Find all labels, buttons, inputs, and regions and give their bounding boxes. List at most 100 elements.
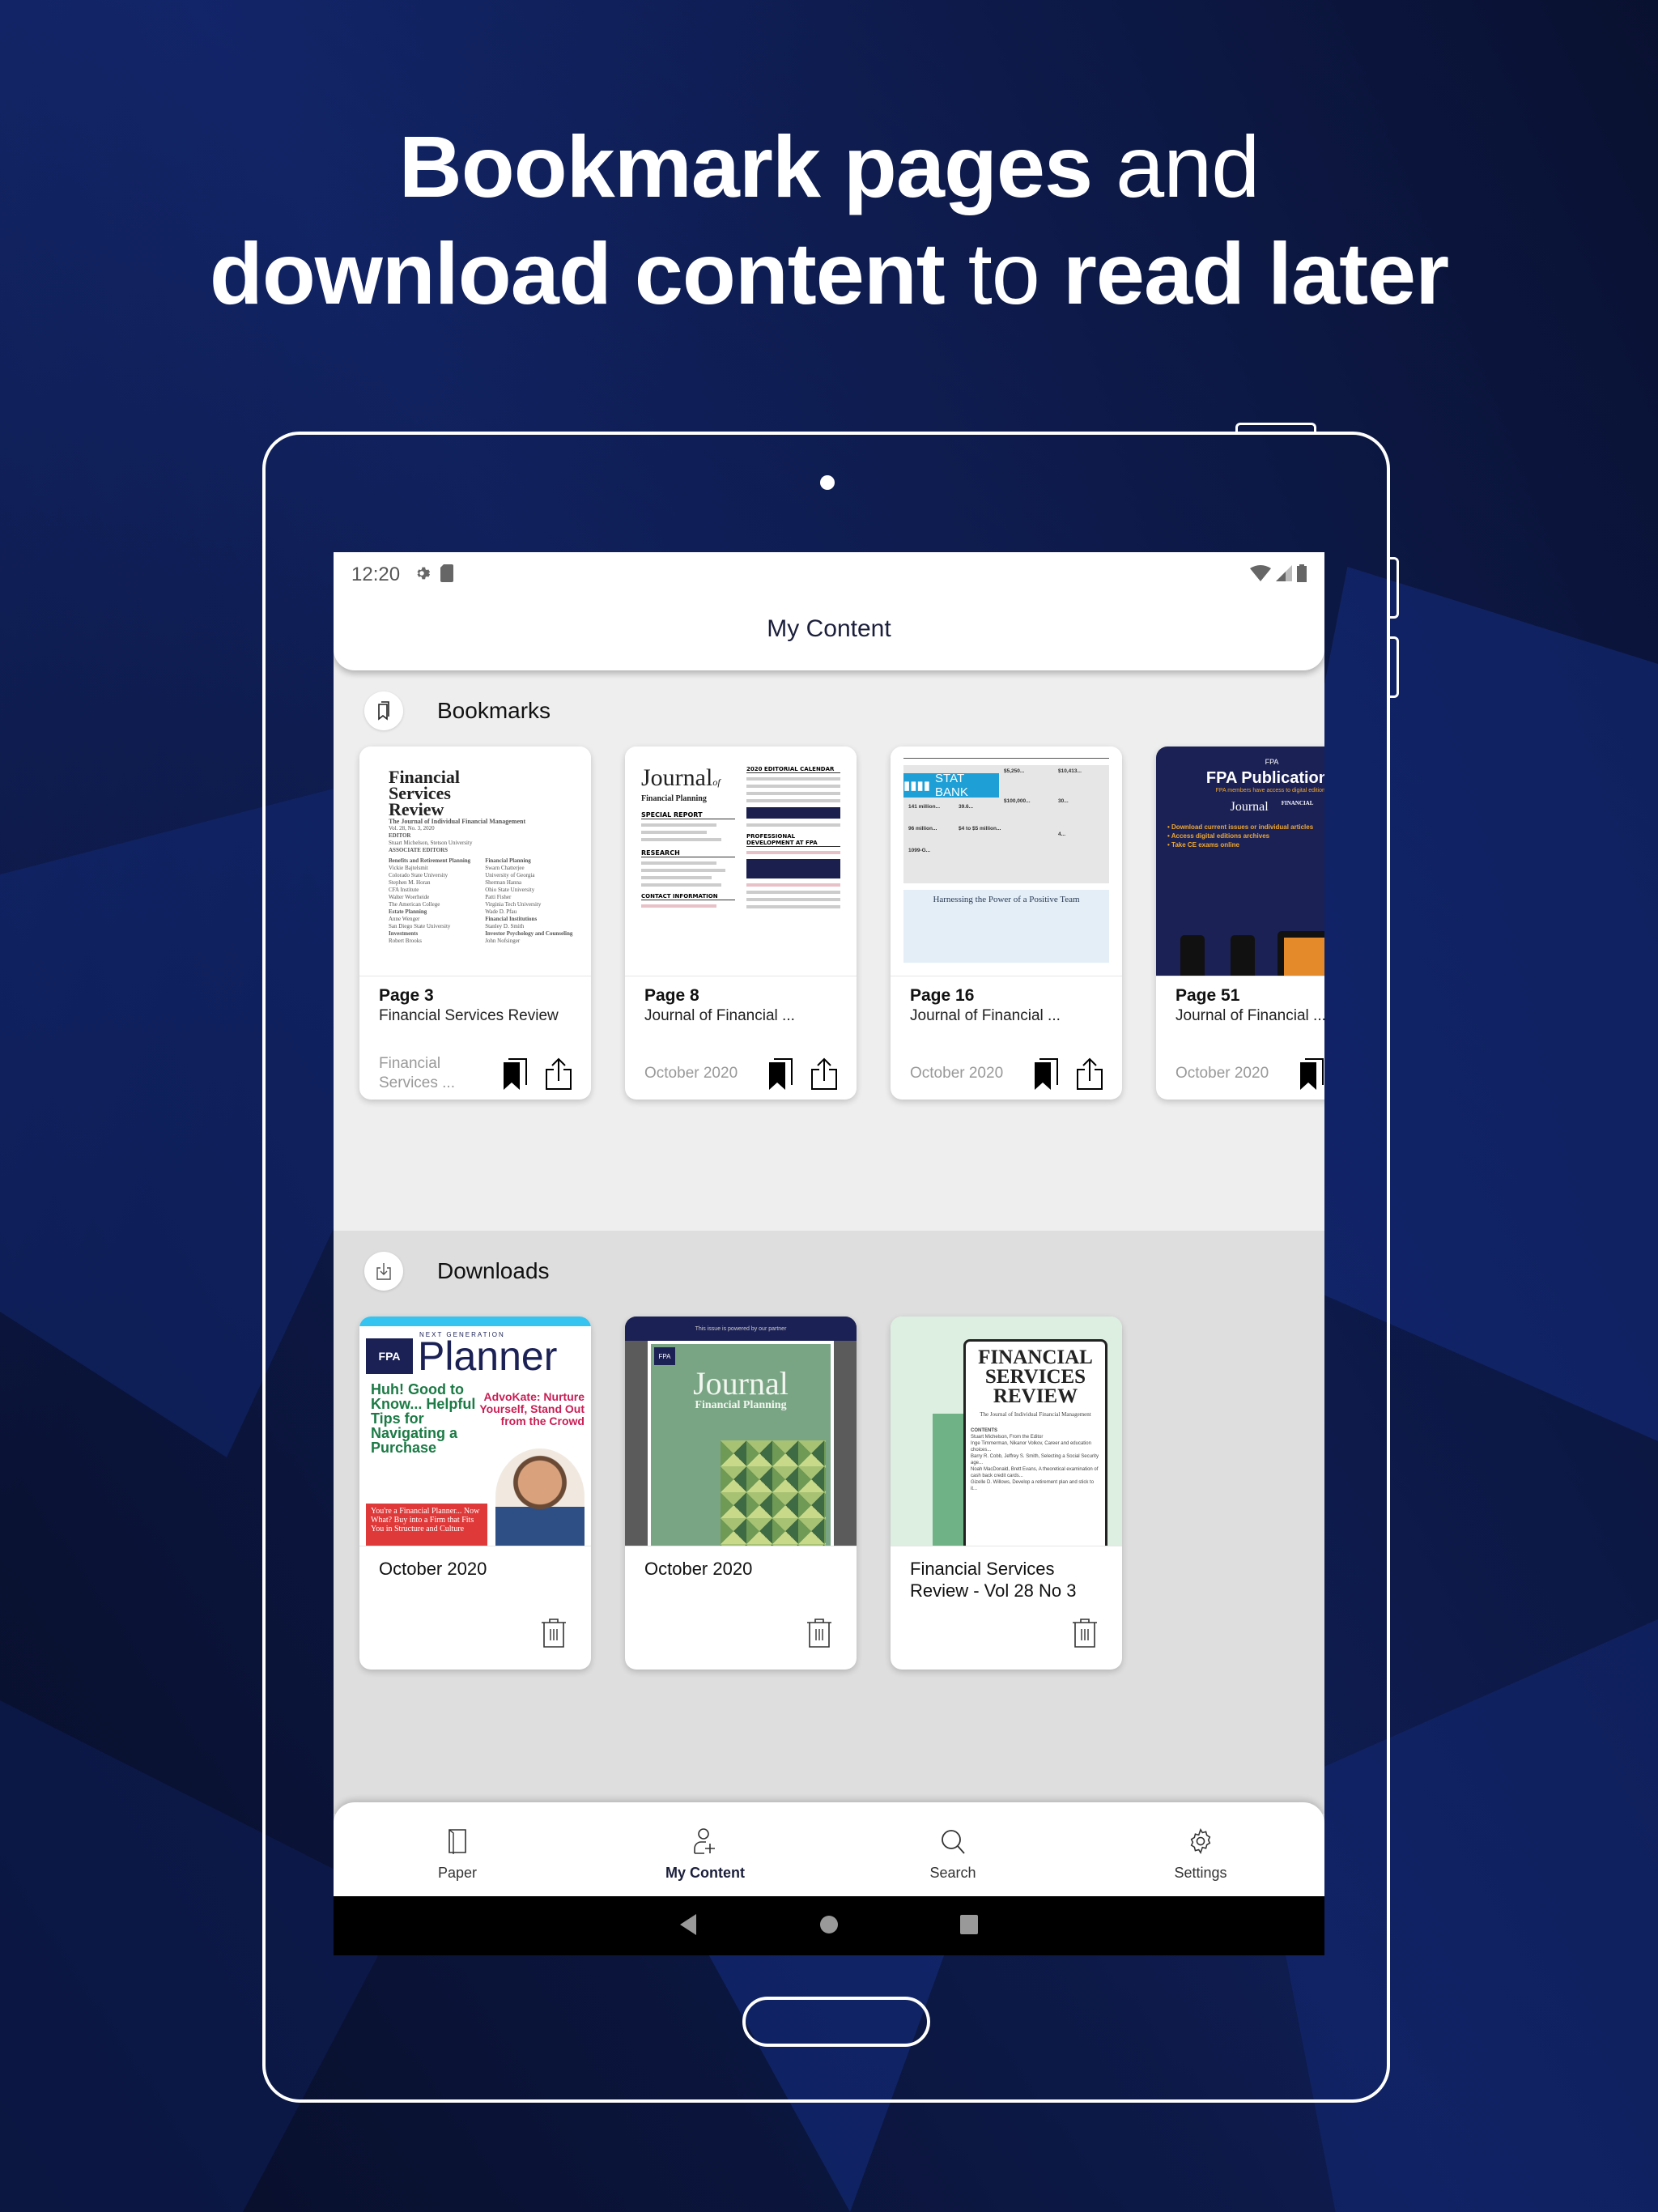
download-card[interactable]: This issue is powered by our partner FPA… <box>625 1317 857 1670</box>
thumb-text: Stephen M. Horan <box>389 879 431 886</box>
delete-download-button[interactable] <box>536 1614 572 1650</box>
cover-contents-label: CONTENTS <box>971 1428 997 1433</box>
cover-headline: Huh! Good to Know... Helpful Tips for Na… <box>371 1381 476 1456</box>
cover-side-band <box>933 1414 963 1546</box>
thumb-text: Investor Psychology and Counseling <box>485 930 573 937</box>
thumb-logo: Journal <box>641 764 713 791</box>
bookmarks-title: Bookmarks <box>437 698 551 723</box>
battery-icon <box>1297 564 1307 585</box>
cover-toc-item: Inge Timmerman, Nikanor Volkov, Career a… <box>971 1441 1091 1453</box>
download-title: October 2020 <box>379 1559 487 1579</box>
headline-bold: Bookmark pages <box>398 117 1093 215</box>
thumb-text: Virginia Tech University <box>485 901 542 908</box>
cover-toc-item: Stuart Michelson, From the Editor <box>971 1435 1044 1440</box>
issue-cover[interactable]: FINANCIAL SERVICES REVIEW The Journal of… <box>891 1317 1122 1546</box>
cover-logo: Journal <box>693 1365 789 1402</box>
headline-line-2: download content to read later <box>0 220 1658 327</box>
thumb-text: RESEARCH <box>641 849 735 857</box>
remove-bookmark-button[interactable] <box>1028 1056 1064 1091</box>
thumb-subtitle: The Journal of Individual Financial Mana… <box>389 818 526 825</box>
stat-figure: 96 million... <box>908 826 937 832</box>
download-card[interactable]: FPA NEXT GENERATION Planner Huh! Good to… <box>359 1317 591 1670</box>
bookmark-page-number: Page 3 <box>379 986 434 1005</box>
headline-bold: download content <box>209 224 946 322</box>
wifi-icon <box>1250 565 1271 585</box>
nav-tab-settings[interactable]: Settings <box>1077 1802 1324 1901</box>
cover-toc-item: Barry R. Cobb, Jeffrey S. Smith, Selecti… <box>971 1454 1099 1465</box>
headline-line-1: Bookmark pages and <box>0 113 1658 220</box>
thumb-text: CFA Institute <box>389 887 419 893</box>
bookmark-card[interactable]: Financial Services Review The Journal of… <box>359 747 591 1100</box>
share-button[interactable] <box>541 1056 576 1091</box>
bottom-navigation: Paper My Content Search Settings <box>334 1802 1324 1901</box>
page-thumbnail[interactable]: FPA FPA Publications FPA members have ac… <box>1156 747 1324 976</box>
thumb-volume: Vol. 28, No. 3, 2020 <box>389 825 435 832</box>
nav-label: Search <box>929 1864 976 1881</box>
bookmarks-icon <box>364 691 403 730</box>
stat-figure: $10,413... <box>1058 768 1082 774</box>
settings-icon <box>1190 1827 1211 1854</box>
downloads-header: Downloads <box>364 1252 550 1291</box>
page-thumbnail[interactable]: Financial Services Review The Journal of… <box>359 747 591 976</box>
share-button[interactable] <box>806 1056 842 1091</box>
remove-bookmark-button[interactable] <box>1294 1056 1324 1091</box>
page-thumbnail[interactable]: ▮▮▮▮ STAT BANK $5,250... $10,413... $100,… <box>891 747 1122 976</box>
downloads-title: Downloads <box>437 1258 550 1283</box>
stat-bank-banner: ▮▮▮▮ STAT BANK <box>903 772 999 799</box>
stat-figure: $100,000... <box>1004 798 1031 804</box>
cover-headline: AdvoKate: Nurture Yourself, Stand Out fr… <box>479 1390 585 1427</box>
bookmark-publication: Journal of Financial ... <box>910 1007 1061 1024</box>
nav-label: Settings <box>1174 1864 1227 1881</box>
stat-figure: 4... <box>1058 832 1066 837</box>
delete-download-button[interactable] <box>1067 1614 1103 1650</box>
nav-tab-search[interactable]: Search <box>829 1802 1077 1901</box>
thumb-text: Sherman Hanna <box>485 879 522 886</box>
thumb-text: Financial Institutions <box>485 916 538 922</box>
page-thumbnail[interactable]: Journalof Financial Planning SPECIAL REP… <box>625 747 857 976</box>
paper-icon <box>449 1828 466 1854</box>
bookmark-card[interactable]: ▮▮▮▮ STAT BANK $5,250... $10,413... $100,… <box>891 747 1122 1100</box>
remove-bookmark-button[interactable] <box>763 1056 798 1091</box>
thumb-text: PROFESSIONAL DEVELOPMENT AT FPA <box>746 833 840 847</box>
thumb-text: Walter Woerheide <box>389 894 430 900</box>
delete-download-button[interactable] <box>801 1614 837 1650</box>
issue-cover[interactable]: FPA NEXT GENERATION Planner Huh! Good to… <box>359 1317 591 1546</box>
bookmark-issue: October 2020 <box>910 1065 1004 1082</box>
cover-toc-item: Noah MacDonald, Brett Evans, A theoretic… <box>971 1467 1099 1478</box>
back-icon[interactable] <box>680 1913 698 1938</box>
thumb-text: Estate Planning <box>389 908 427 915</box>
app-screen: 12:20 My Content Bookmarks Financial Ser… <box>334 552 1324 1955</box>
thumb-logo-sub: Financial Planning <box>641 794 707 803</box>
headline-light: and <box>1092 117 1260 215</box>
cover-brand: FPA <box>654 1347 675 1365</box>
tablet-camera <box>820 475 835 490</box>
thumb-text: Stuart Michelson, Stetson University <box>389 840 473 846</box>
thumb-text: Stanley D. Smith <box>485 923 525 929</box>
download-title: October 2020 <box>644 1559 753 1579</box>
nav-label: Paper <box>437 1864 478 1881</box>
download-card[interactable]: FINANCIAL SERVICES REVIEW The Journal of… <box>891 1317 1122 1670</box>
bookmark-filled-icon <box>1035 1058 1058 1090</box>
remove-bookmark-button[interactable] <box>497 1056 533 1091</box>
thumb-subheadline: FPA members have access to digital editi… <box>1215 788 1324 793</box>
page-title: My Content <box>767 615 891 642</box>
stat-figure: 1099-G... <box>908 848 931 853</box>
thumb-text: 2020 EDITORIAL CALENDAR <box>746 766 840 773</box>
share-button[interactable] <box>1072 1056 1107 1091</box>
bookmark-card[interactable]: Journalof Financial Planning SPECIAL REP… <box>625 747 857 1100</box>
bookmark-card[interactable]: FPA FPA Publications FPA members have ac… <box>1156 747 1324 1100</box>
thumb-text: Patti Fisher <box>485 894 512 900</box>
issue-cover[interactable]: This issue is powered by our partner FPA… <box>625 1317 857 1546</box>
thumb-text: Ohio State University <box>485 887 535 893</box>
nav-tab-my-content[interactable]: My Content <box>581 1802 829 1901</box>
sd-card-icon <box>440 564 454 585</box>
trash-icon <box>807 1619 831 1648</box>
cover-quilt-art <box>721 1440 826 1546</box>
bookmarks-list: Financial Services Review The Journal of… <box>359 747 1324 1100</box>
nav-tab-paper[interactable]: Paper <box>334 1802 581 1901</box>
home-icon[interactable] <box>819 1915 839 1938</box>
stat-figure: 141 million... <box>908 804 941 810</box>
status-bar: 12:20 <box>351 559 1307 591</box>
share-icon <box>811 1057 837 1090</box>
recents-icon[interactable] <box>960 1914 978 1938</box>
